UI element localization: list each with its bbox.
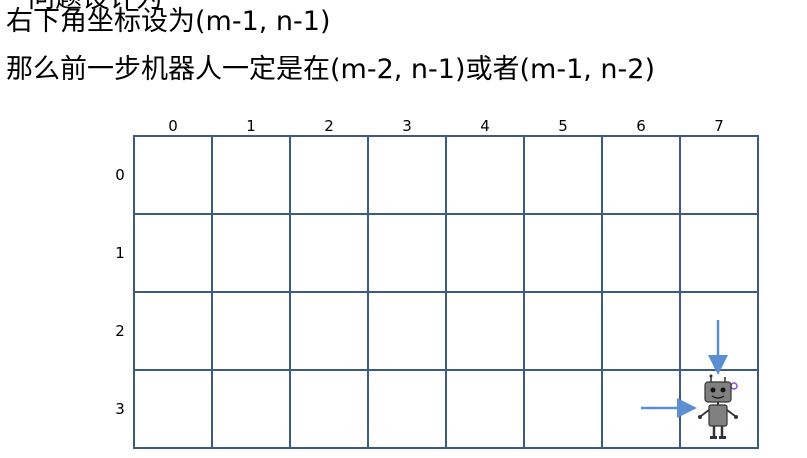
robot-icon [698,374,738,439]
robot-antenna-ring [730,382,738,390]
column-label: 1 [246,117,256,135]
grid-diagram: 0 1 2 3 4 5 6 7 0 1 2 3 [115,117,759,449]
column-label: 6 [636,117,646,135]
row-label: 2 [115,322,125,340]
column-label: 2 [324,117,334,135]
row-label: 3 [115,400,125,418]
column-label: 0 [168,117,178,135]
column-label: 3 [402,117,412,135]
row-label: 0 [115,166,125,184]
column-label: 7 [714,117,724,135]
column-label: 4 [480,117,490,135]
grid-lines [133,135,759,449]
column-label: 5 [558,117,568,135]
row-label: 1 [115,244,125,262]
